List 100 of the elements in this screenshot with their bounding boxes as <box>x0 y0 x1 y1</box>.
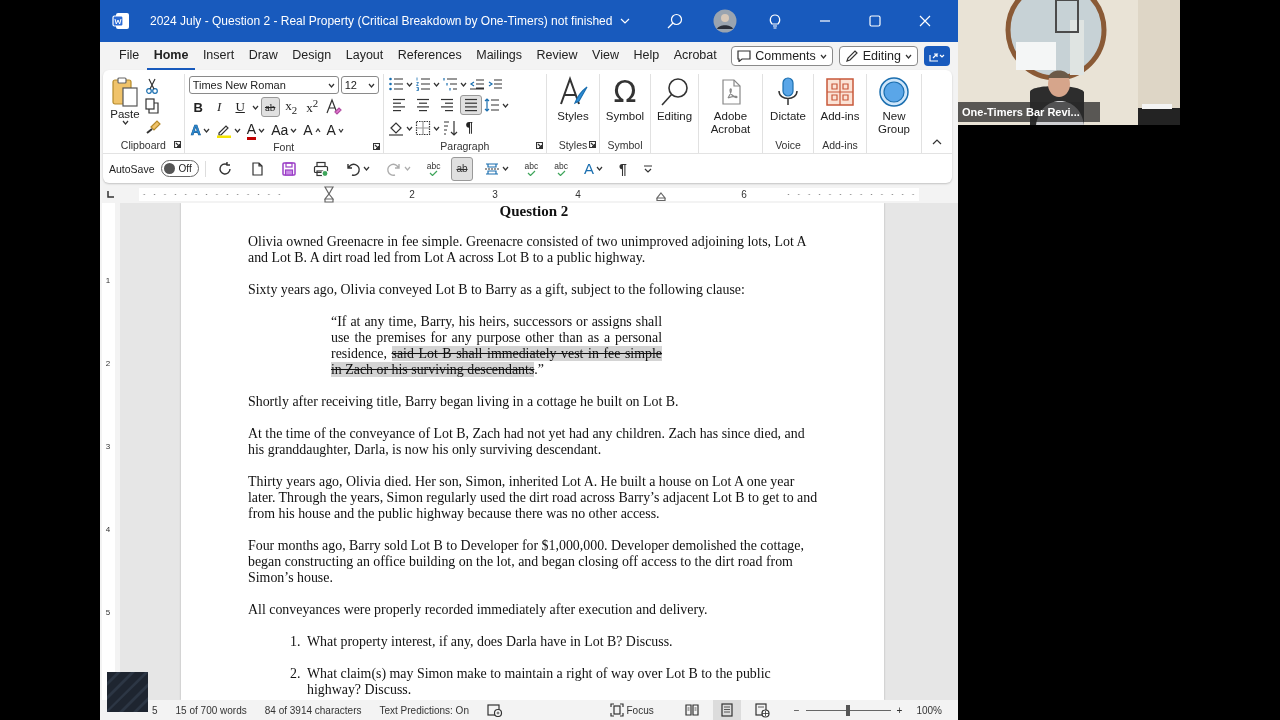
launcher-icon[interactable] <box>589 141 596 148</box>
launcher-icon[interactable] <box>173 141 181 148</box>
font-name-dropdown[interactable]: Times New Roman <box>188 76 339 94</box>
borders-icon[interactable] <box>414 120 431 136</box>
caret-icon[interactable] <box>405 125 413 131</box>
marks-button[interactable]: ¶ <box>614 156 632 181</box>
paste-button[interactable]: Paste <box>107 74 143 136</box>
scissors-icon[interactable] <box>145 78 159 94</box>
maximize-icon[interactable] <box>869 15 881 27</box>
newgroup-button[interactable]: New Group <box>871 74 917 136</box>
caret-icon[interactable] <box>290 127 298 133</box>
symbol-button[interactable]: Ω Symbol <box>604 74 646 136</box>
menu-tab[interactable]: View <box>585 42 626 70</box>
dictate-button[interactable]: Dictate <box>767 74 809 136</box>
clear-formatting-icon[interactable] <box>323 98 342 116</box>
share-icon <box>928 50 946 62</box>
app-icon[interactable] <box>112 12 130 30</box>
multilevel-list-icon[interactable] <box>441 76 458 92</box>
caret-icon <box>337 127 344 133</box>
bullets-icon[interactable] <box>387 76 404 92</box>
format-button[interactable]: x$_{2}$ <box>281 97 301 117</box>
accessibility-icon[interactable] <box>486 703 503 717</box>
text-effects-button[interactable]: A <box>188 120 212 140</box>
menu-tab[interactable]: References <box>390 42 469 70</box>
menu-tab[interactable]: Insert <box>195 42 242 70</box>
menu-tab[interactable]: Acrobat <box>666 42 724 70</box>
format-button[interactable]: B <box>188 97 208 117</box>
caret-icon[interactable] <box>459 81 467 87</box>
acrobat-button[interactable]: Adobe Acrobat <box>703 74 758 136</box>
format-button[interactable]: U <box>230 97 250 117</box>
share-button[interactable] <box>924 46 950 66</box>
caret-icon[interactable] <box>258 127 266 133</box>
font-size-dropdown[interactable]: 12 <box>340 76 379 94</box>
caret-icon[interactable] <box>202 127 210 133</box>
caret-icon[interactable] <box>233 127 241 133</box>
menu-tab[interactable]: Help <box>626 42 667 70</box>
lightbulb-icon[interactable] <box>768 13 782 29</box>
menu-tab[interactable]: Mailings <box>469 42 530 70</box>
menu-tab[interactable]: File <box>112 42 147 70</box>
styles-button[interactable]: Styles <box>551 74 595 136</box>
menu-tab[interactable]: Review <box>529 42 585 70</box>
spell-button[interactable]: abc <box>549 156 573 181</box>
menu-tab[interactable]: Design <box>285 42 339 70</box>
editing-button[interactable]: Editing <box>655 74 694 136</box>
strike-button[interactable]: ab <box>451 156 473 181</box>
caret-icon[interactable] <box>405 81 413 87</box>
spell-button[interactable]: abc <box>421 156 446 181</box>
format-button[interactable]: I <box>209 97 229 117</box>
format-painter-icon[interactable] <box>145 118 161 134</box>
zoom-out-button[interactable]: − <box>793 704 800 716</box>
caret-icon[interactable] <box>819 53 827 59</box>
grow-font-button[interactable]: A <box>301 120 323 140</box>
collapse-ribbon-icon[interactable] <box>932 138 942 145</box>
caret-icon[interactable] <box>905 53 912 59</box>
format-button[interactable]: ab <box>260 97 280 117</box>
text-predictions-status[interactable]: Text Predictions: On <box>379 704 469 716</box>
search-icon[interactable] <box>658 76 691 108</box>
sort-icon[interactable] <box>441 120 458 136</box>
caret-icon[interactable] <box>596 166 603 171</box>
indent-marker-icon[interactable] <box>324 186 334 203</box>
avatar-icon[interactable] <box>713 9 737 33</box>
format-button[interactable]: x$^{2}$ <box>302 97 322 117</box>
caret-icon[interactable] <box>501 102 509 108</box>
show-marks-button[interactable]: ¶ <box>459 118 479 138</box>
print-view-button[interactable] <box>712 700 741 720</box>
circle-icon[interactable] <box>878 76 910 108</box>
shrink-font-button[interactable]: A <box>324 120 346 140</box>
spell-button[interactable]: abc <box>519 156 544 181</box>
menu-tab[interactable]: Draw <box>241 42 285 70</box>
caret-icon[interactable] <box>432 81 440 87</box>
slider-thumb[interactable] <box>846 704 851 716</box>
addins-button[interactable]: Add-ins <box>818 74 862 136</box>
editing-mode-button[interactable]: Editing <box>838 46 918 66</box>
tab-stop-icon[interactable] <box>106 191 114 198</box>
line-spacing-icon[interactable] <box>483 97 500 113</box>
align-justify-button[interactable] <box>459 95 482 115</box>
caret-icon[interactable] <box>432 125 440 131</box>
question-text: What property interest, if any, does Darla have in Lot B? Discuss. <box>307 634 674 650</box>
caret-icon[interactable] <box>362 166 370 171</box>
decrease-indent-icon[interactable] <box>468 76 485 92</box>
grid-icon[interactable] <box>824 76 856 108</box>
search-icon[interactable] <box>667 13 683 29</box>
font-button[interactable]: A <box>579 156 608 181</box>
caret-icon[interactable] <box>251 104 259 110</box>
caret-icon[interactable] <box>501 166 509 171</box>
list-number: 1. <box>290 634 302 650</box>
font-color-button[interactable]: A <box>244 120 268 140</box>
comments-button[interactable]: Comments <box>731 46 833 66</box>
launcher-icon[interactable] <box>536 142 543 149</box>
change-case-button[interactable]: Aa <box>269 120 300 140</box>
close-icon[interactable] <box>919 15 931 27</box>
zoom-in-button[interactable]: + <box>896 704 903 716</box>
menu-tab[interactable]: Layout <box>338 42 391 70</box>
focus-button[interactable]: Focus <box>609 703 654 717</box>
paragraph: Sixty years ago, Olivia conveyed Lot B to Barry as a gift, subject to the following clause: <box>248 282 746 298</box>
launcher-icon[interactable] <box>372 143 380 150</box>
copy-icon[interactable] <box>145 98 159 114</box>
zoom-level[interactable]: 100% <box>916 704 942 716</box>
shading-icon[interactable] <box>387 120 404 136</box>
ruler-number: 3 <box>105 442 111 451</box>
